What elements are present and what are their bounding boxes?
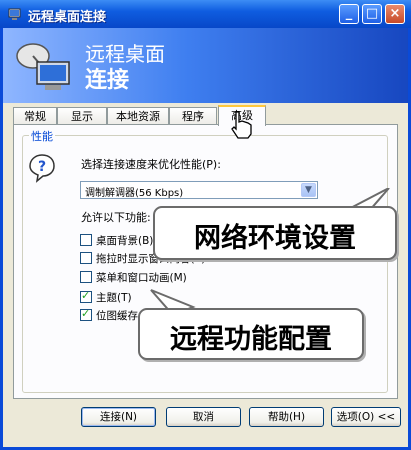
svg-text:?: ? (38, 159, 46, 175)
title-bar[interactable]: 远程桌面连接 _ □ × (0, 0, 411, 28)
performance-group-label: 性能 (29, 128, 55, 144)
themes-checkbox[interactable] (80, 289, 92, 303)
menu-animation-label: 菜单和窗口动画(M) (96, 272, 187, 284)
network-settings-callout: 网络环境设置 (153, 206, 397, 260)
connection-speed-value: 调制解调器(56 Kbps) (85, 188, 184, 199)
desktop-background-checkbox[interactable] (80, 234, 92, 246)
tab-general[interactable]: 常规 (13, 107, 57, 125)
connection-speed-select[interactable]: 调制解调器(56 Kbps) ▼ (80, 181, 318, 199)
maximize-button[interactable]: □ (362, 4, 382, 24)
network-settings-callout-text: 网络环境设置 (194, 223, 356, 254)
desktop-background-label: 桌面背景(B) (96, 235, 154, 247)
header-banner: 远程桌面 连接 (3, 28, 408, 103)
hand-cursor-icon (231, 111, 252, 139)
show-window-contents-checkbox[interactable] (80, 252, 92, 264)
remote-functions-callout-text: 远程功能配置 (170, 324, 332, 355)
help-button[interactable]: 帮助(H) (249, 407, 324, 427)
menu-animation-checkbox[interactable] (80, 271, 92, 283)
remote-desktop-icon (8, 8, 21, 20)
bitmap-caching-checkbox[interactable] (80, 307, 92, 321)
computer-satellite-icon (16, 43, 70, 90)
remote-desktop-window: 远程桌面连接 _ □ × 远程桌面 连接 常规 显示 本地资源 程序 高级 性能… (0, 0, 411, 450)
options-button[interactable]: 选项(O) << (331, 407, 401, 427)
help-bubble-icon: ? (29, 154, 55, 183)
connect-button[interactable]: 连接(N) (81, 407, 156, 427)
cancel-button[interactable]: 取消 (166, 407, 241, 427)
allow-features-label: 允许以下功能: (81, 211, 151, 224)
tab-local-resources[interactable]: 本地资源 (107, 107, 169, 125)
themes-label: 主题(T) (96, 292, 132, 304)
chevron-down-icon[interactable]: ▼ (301, 183, 316, 197)
minimize-button[interactable]: _ (339, 4, 359, 24)
close-button[interactable]: × (385, 4, 405, 24)
remote-functions-callout: 远程功能配置 (138, 308, 364, 360)
tab-display[interactable]: 显示 (57, 107, 107, 125)
tab-programs[interactable]: 程序 (169, 107, 217, 125)
bitmap-caching-label: 位图缓存 (96, 310, 138, 322)
banner-title-line2: 连接 (85, 68, 130, 93)
window-title: 远程桌面连接 (28, 10, 107, 25)
speed-description: 选择连接速度来优化性能(P): (81, 158, 221, 171)
